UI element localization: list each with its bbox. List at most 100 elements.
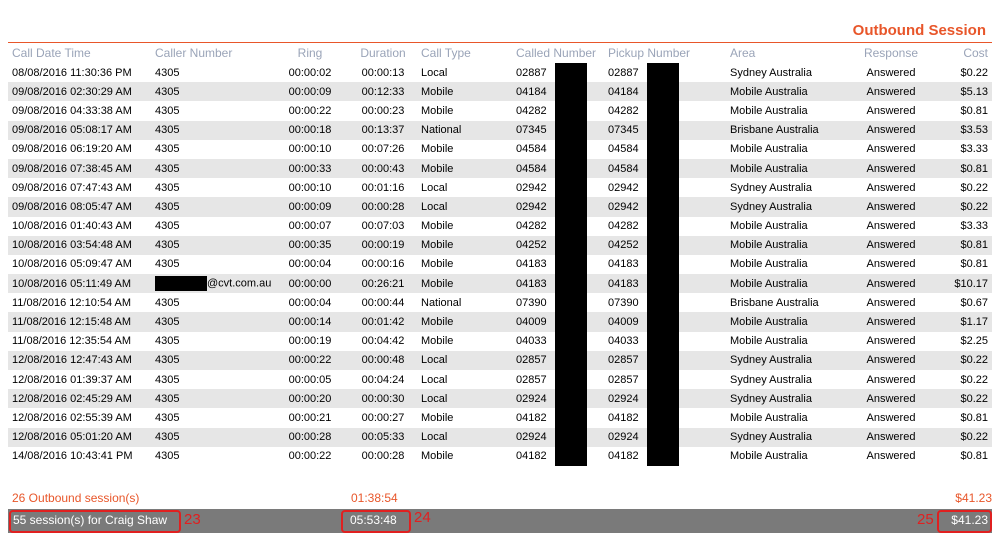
cell-call-type: Mobile [417,158,512,179]
number-prefix: 02924 [516,392,547,405]
cell-call-type: Mobile [421,143,454,156]
cell-pickup-number: 04182 [604,446,726,466]
cell-call-date-time: 10/08/2016 01:40:43 AM [12,220,132,233]
table-row: 10/08/2016 05:09:47 AM 4305 00:00:04 00:00:… [8,254,992,275]
cell-response: Answered [866,450,916,463]
number-prefix: 02924 [608,392,639,405]
column-header-cost: Cost [963,46,988,60]
cell-called-number: 04009 [512,312,604,332]
cell-caller-number: 4305 [151,82,271,102]
cell-cost: $0.22 [960,66,988,79]
cell-duration: 00:00:28 [361,450,405,463]
table-row: 09/08/2016 04:33:38 AM 4305 00:00:22 00:00:… [8,101,992,121]
cell-call-date-time: 10/08/2016 05:09:47 AM [12,258,132,271]
table-row: 10/08/2016 05:11:49 AM @cvt.com.au 00:00:0… [8,274,992,294]
table-row: 09/08/2016 07:38:45 AM 4305 00:00:33 00:00:… [8,158,992,179]
cell-caller-number: 4305 [155,181,180,194]
redaction-block [647,82,679,102]
cell-duration: 00:00:16 [361,258,405,271]
cell-cost: $0.22 [932,389,992,409]
cell-call-type: Local [421,66,448,79]
table-row: 09/08/2016 08:05:47 AM 4305 00:00:09 00:00:… [8,197,992,217]
cell-caller-number: 4305 [151,389,271,409]
cell-pickup-number: 07345 [604,120,726,140]
cell-called-number: 04184 [512,82,604,102]
redaction-block [555,197,587,217]
redaction-block [555,331,587,351]
cell-call-date-time: 12/08/2016 12:47:43 AM [8,350,151,370]
table-row: 11/08/2016 12:15:48 AM 4305 00:00:14 00:01:… [8,312,992,332]
cell-call-date-time: 12/08/2016 02:55:39 AM [12,411,132,424]
redaction-block [647,139,679,159]
table-row: 08/08/2016 11:30:36 PM 4305 00:00:02 00:00:… [8,63,992,83]
cell-call-date-time: 12/08/2016 02:45:29 AM [8,389,151,409]
cell-response: Answered [866,66,916,79]
column-header-call-type: Call Type [421,46,471,60]
cell-duration: 00:00:27 [361,411,405,424]
cell-area: Sydney Australia [726,350,850,370]
number-prefix: 04009 [516,316,547,329]
redaction-block [647,178,679,198]
number-prefix: 04184 [608,85,639,98]
cell-pickup-number: 02942 [604,197,726,217]
cell-ring: 00:00:20 [271,389,349,409]
redaction-block [155,276,207,292]
cell-caller-number: 4305 [155,258,180,271]
cell-cost: $0.81 [960,411,988,424]
cell-called-number: 02887 [512,63,604,83]
cell-cost: $3.33 [960,220,988,233]
cell-duration: 00:00:43 [349,158,417,179]
cell-caller-number: 4305 [155,220,180,233]
cell-caller-number: 4305 [151,197,271,217]
cell-pickup-number: 04009 [604,312,726,332]
redaction-block [555,293,587,313]
cell-ring: 00:00:22 [288,450,332,463]
annotation-box-23 [9,510,181,533]
redaction-block [647,120,679,140]
cell-cost: $0.81 [932,235,992,255]
cell-response: Answered [866,181,916,194]
redaction-block [647,350,679,370]
cell-area: Sydney Australia [726,389,850,409]
cell-call-type: Mobile [421,411,454,424]
cell-cost: $3.53 [932,120,992,140]
cell-ring: 00:00:35 [271,235,349,255]
cell-ring: 00:00:10 [288,181,332,194]
number-prefix: 02887 [608,66,639,79]
cell-call-type: Mobile [421,335,454,348]
number-prefix: 04182 [516,411,547,424]
cell-ring: 00:00:00 [271,274,349,294]
cell-call-date-time: 10/08/2016 05:11:49 AM [8,274,151,294]
redaction-block [647,427,679,447]
table-header-row: Call Date Time Caller Number Ring Durati… [8,43,992,63]
cell-response: Answered [850,312,932,332]
cell-call-type: Local [417,197,512,217]
cell-duration: 00:00:23 [361,104,405,117]
cell-area: Brisbane Australia [726,120,850,140]
redaction-block [647,389,679,409]
cell-pickup-number: 02857 [604,370,726,390]
cell-response: Answered [850,389,932,409]
number-prefix: 07345 [608,124,639,137]
cell-area: Sydney Australia [726,197,850,217]
cell-response: Answered [850,274,932,294]
cell-area: Mobile Australia [726,312,850,332]
cell-area: Mobile Australia [730,143,808,156]
cell-called-number: 04282 [512,216,604,236]
number-prefix: 04584 [516,143,547,156]
number-prefix: 04252 [516,239,547,252]
calls-table: Call Date Time Caller Number Ring Durati… [8,43,992,466]
table-row: 12/08/2016 02:45:29 AM 4305 00:00:20 00:00:… [8,389,992,409]
cell-area: Mobile Australia [726,274,850,294]
cell-ring: 00:00:28 [271,427,349,447]
annotation-label-24: 24 [414,509,431,526]
cell-caller-number: 4305 [155,143,180,156]
redaction-block [555,158,587,179]
cell-called-number: 04033 [512,331,604,351]
summary-cost: $41.23 [955,491,992,505]
redaction-block [647,216,679,236]
redaction-block [647,293,679,313]
cell-called-number: 04282 [512,101,604,121]
cell-pickup-number: 04252 [604,235,726,255]
redaction-block [555,101,587,121]
